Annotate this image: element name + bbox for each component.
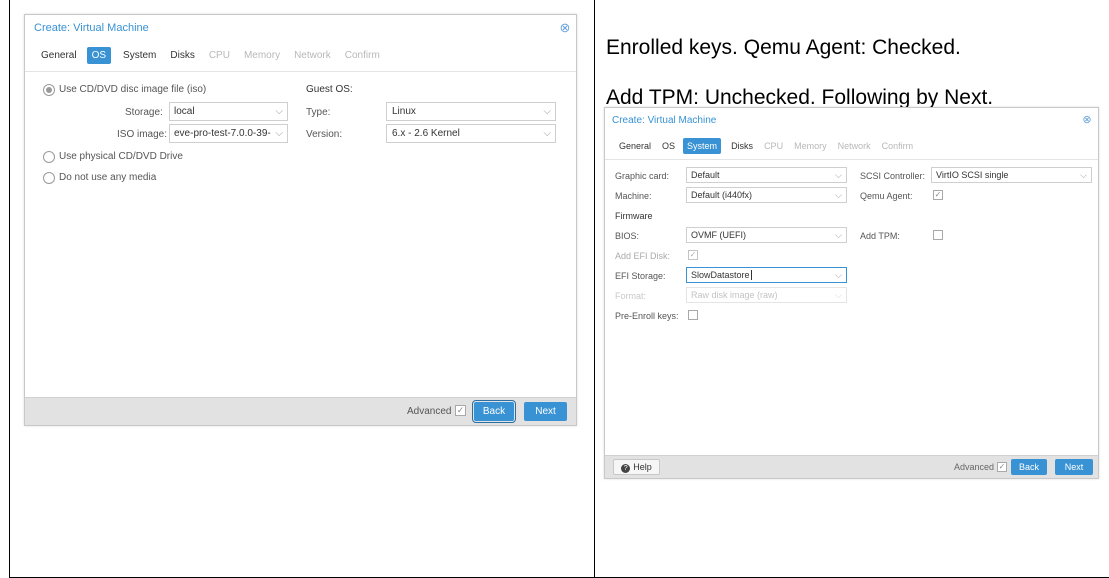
radio-none-label: Do not use any media [59, 172, 157, 183]
storage-label: Storage: [125, 107, 163, 118]
iso-select[interactable]: eve-pro-test-7.0.0-39- ⌵ [169, 124, 288, 143]
add-tpm-label: Add TPM: [860, 231, 900, 241]
pre-enroll-keys-checkbox[interactable] [688, 310, 698, 320]
advanced-checkbox[interactable]: ✓ [455, 405, 466, 416]
radio-physical[interactable] [43, 151, 55, 163]
chevron-down-icon: ⌵ [543, 106, 551, 117]
radio-physical-label: Use physical CD/DVD Drive [59, 151, 183, 162]
scsi-controller-label: SCSI Controller: [860, 171, 926, 181]
tab-cpu: CPU [208, 49, 230, 61]
close-icon[interactable]: ⊗ [558, 21, 572, 35]
chevron-down-icon: ⌵ [275, 106, 283, 117]
qemu-agent-label: Qemu Agent: [860, 191, 913, 201]
bios-select[interactable]: OVMF (UEFI) ⌵ [686, 227, 847, 243]
type-select[interactable]: Linux ⌵ [386, 102, 556, 121]
back-button[interactable]: Back [1011, 459, 1047, 475]
tab-confirm: Confirm [344, 49, 380, 61]
chevron-down-icon: ⌵ [275, 128, 283, 139]
iso-label: ISO image: [117, 129, 168, 140]
dialog-footer: ? Help Advanced ✓ Back Next [605, 455, 1098, 478]
efi-storage-label: EFI Storage: [615, 271, 666, 281]
type-label: Type: [306, 107, 331, 118]
radio-iso-label: Use CD/DVD disc image file (iso) [59, 84, 207, 95]
machine-select[interactable]: Default (i440fx) ⌵ [686, 187, 847, 203]
chevron-down-icon: ⌵ [1080, 170, 1087, 180]
radio-iso[interactable] [43, 84, 55, 96]
tab-general[interactable]: General [616, 138, 654, 154]
add-tpm-checkbox[interactable] [933, 230, 943, 240]
chevron-down-icon: ⌵ [835, 170, 842, 180]
version-select[interactable]: 6.x - 2.6 Kernel ⌵ [386, 124, 556, 143]
guest-os-heading: Guest OS: [306, 84, 353, 95]
tab-os[interactable]: OS [86, 46, 112, 64]
chevron-down-icon: ⌵ [835, 230, 842, 240]
chevron-down-icon: ⌵ [835, 290, 842, 300]
tab-confirm: Confirm [881, 140, 914, 151]
wizard-tabs: General OS System Disks CPU Memory Netwo… [605, 137, 1098, 154]
version-label: Version: [306, 129, 343, 140]
tab-memory: Memory [794, 140, 827, 151]
qemu-agent-checkbox[interactable]: ✓ [933, 190, 943, 200]
dialog-title: Create: Virtual Machine [612, 115, 717, 126]
graphic-card-label: Graphic card: [615, 171, 670, 181]
text-cursor [750, 270, 752, 280]
radio-none[interactable] [43, 172, 55, 184]
advanced-checkbox[interactable]: ✓ [997, 462, 1007, 472]
add-efi-disk-label: Add EFI Disk: [615, 251, 671, 261]
next-button[interactable]: Next [524, 402, 567, 421]
bios-label: BIOS: [615, 231, 640, 241]
tab-system[interactable]: System [119, 47, 160, 64]
tab-os[interactable]: OS [659, 138, 678, 154]
next-button[interactable]: Next [1055, 459, 1093, 475]
advanced-label: Advanced [954, 462, 995, 472]
machine-label: Machine: [615, 191, 652, 201]
chevron-down-icon: ⌵ [835, 270, 842, 280]
tab-network: Network [837, 140, 871, 151]
tab-network: Network [294, 49, 331, 61]
format-select: Raw disk image (raw) ⌵ [686, 287, 847, 303]
tab-memory: Memory [243, 49, 281, 61]
dialog-body: Graphic card: Default ⌵ Machine: Default … [605, 159, 1098, 455]
advanced-label: Advanced [407, 406, 452, 417]
back-button[interactable]: Back [472, 400, 516, 423]
help-icon: ? [621, 464, 631, 473]
add-efi-disk-checkbox[interactable]: ✓ [688, 250, 698, 260]
tab-disks[interactable]: Disks [728, 138, 756, 154]
tab-general[interactable]: General [37, 47, 81, 64]
efi-storage-select[interactable]: SlowDatastore ⌵ [686, 267, 847, 283]
wizard-tabs: General OS System Disks CPU Memory Netwo… [25, 46, 576, 64]
help-button[interactable]: ? Help [613, 459, 660, 475]
format-label: Format: [615, 291, 647, 301]
dialog-footer: Advanced ✓ Back Next [25, 397, 576, 425]
dialog-title: Create: Virtual Machine [34, 22, 149, 34]
note-line-1: Enrolled keys. Qemu Agent: Checked. [606, 36, 961, 59]
firmware-heading: Firmware [615, 211, 653, 221]
scsi-controller-select[interactable]: VirtIO SCSI single ⌵ [931, 167, 1092, 183]
chevron-down-icon: ⌵ [835, 190, 842, 200]
storage-select[interactable]: local ⌵ [169, 102, 288, 121]
tab-system[interactable]: System [683, 137, 722, 154]
pre-enroll-keys-label: Pre-Enroll keys: [615, 311, 679, 321]
right-vm-dialog: Create: Virtual Machine ⊗ General OS Sys… [604, 107, 1099, 479]
tab-cpu: CPU [764, 140, 784, 151]
close-icon[interactable]: ⊗ [1081, 114, 1093, 126]
tab-disks[interactable]: Disks [166, 47, 198, 64]
graphic-card-select[interactable]: Default ⌵ [686, 167, 847, 183]
left-vm-dialog: Create: Virtual Machine ⊗ General OS Sys… [24, 14, 577, 426]
dialog-body: Use CD/DVD disc image file (iso) Storage… [25, 71, 576, 397]
chevron-down-icon: ⌵ [543, 128, 551, 139]
